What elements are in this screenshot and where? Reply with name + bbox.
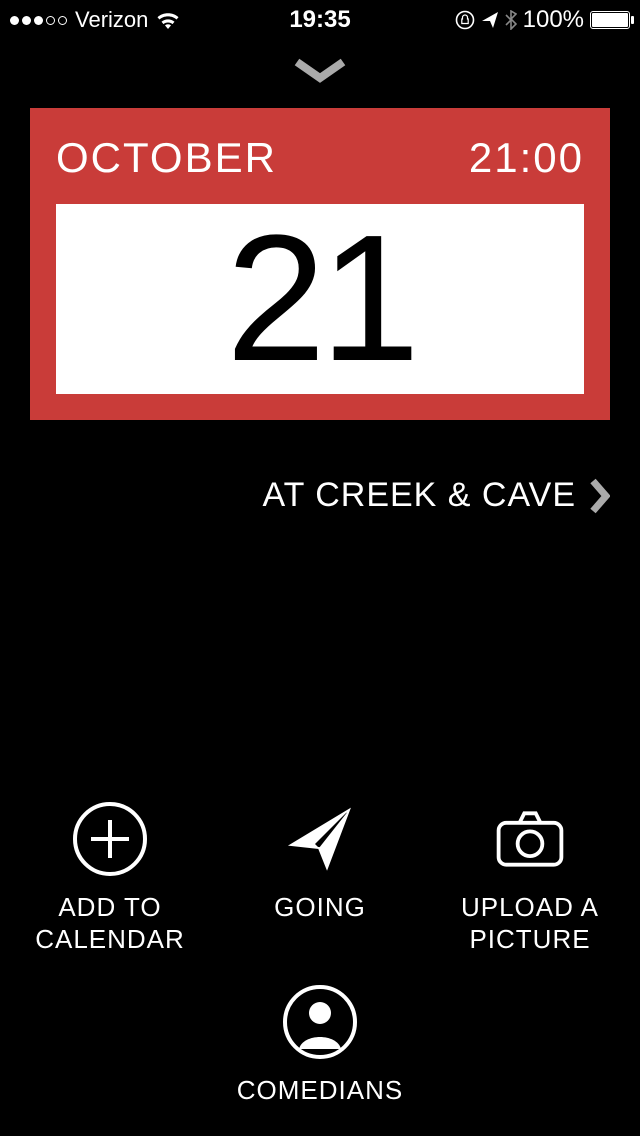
- wifi-icon: [156, 11, 180, 29]
- bluetooth-icon: [505, 10, 517, 30]
- add-to-calendar-label: ADD TO CALENDAR: [35, 892, 185, 954]
- date-card-header: OCTOBER 21:00: [56, 134, 584, 182]
- status-time: 19:35: [289, 6, 350, 34]
- chevron-down-icon: [293, 58, 347, 84]
- paper-plane-icon: [281, 800, 359, 878]
- event-date-card: OCTOBER 21:00 21: [30, 108, 610, 420]
- status-left: Verizon: [10, 7, 289, 33]
- camera-icon: [491, 800, 569, 878]
- comedians-button[interactable]: COMEDIANS: [215, 983, 425, 1106]
- actions-grid: ADD TO CALENDAR GOING UPLOAD A PICTURE: [0, 800, 640, 1106]
- location-icon: [481, 11, 499, 29]
- status-bar: Verizon 19:35 100%: [0, 0, 640, 40]
- going-button[interactable]: GOING: [215, 800, 425, 954]
- event-time: 21:00: [469, 134, 584, 182]
- venue-link[interactable]: AT CREEK & CAVE: [0, 476, 610, 515]
- plus-circle-icon: [71, 800, 149, 878]
- venue-label: AT CREEK & CAVE: [262, 476, 576, 515]
- upload-picture-button[interactable]: UPLOAD A PICTURE: [425, 800, 635, 954]
- status-right: 100%: [351, 6, 630, 34]
- event-day: 21: [226, 209, 414, 389]
- date-card-body: 21: [56, 204, 584, 394]
- signal-strength-icon: [10, 16, 67, 25]
- battery-icon: [590, 11, 630, 29]
- going-label: GOING: [274, 892, 366, 923]
- chevron-right-icon: [590, 478, 610, 514]
- comedians-label: COMEDIANS: [237, 1075, 403, 1106]
- battery-percent: 100%: [523, 6, 584, 34]
- collapse-chevron[interactable]: [0, 58, 640, 84]
- person-circle-icon: [281, 983, 359, 1061]
- carrier-label: Verizon: [75, 7, 148, 33]
- upload-picture-label: UPLOAD A PICTURE: [461, 892, 599, 954]
- event-month: OCTOBER: [56, 134, 277, 182]
- orientation-lock-icon: [455, 10, 475, 30]
- add-to-calendar-button[interactable]: ADD TO CALENDAR: [5, 800, 215, 954]
